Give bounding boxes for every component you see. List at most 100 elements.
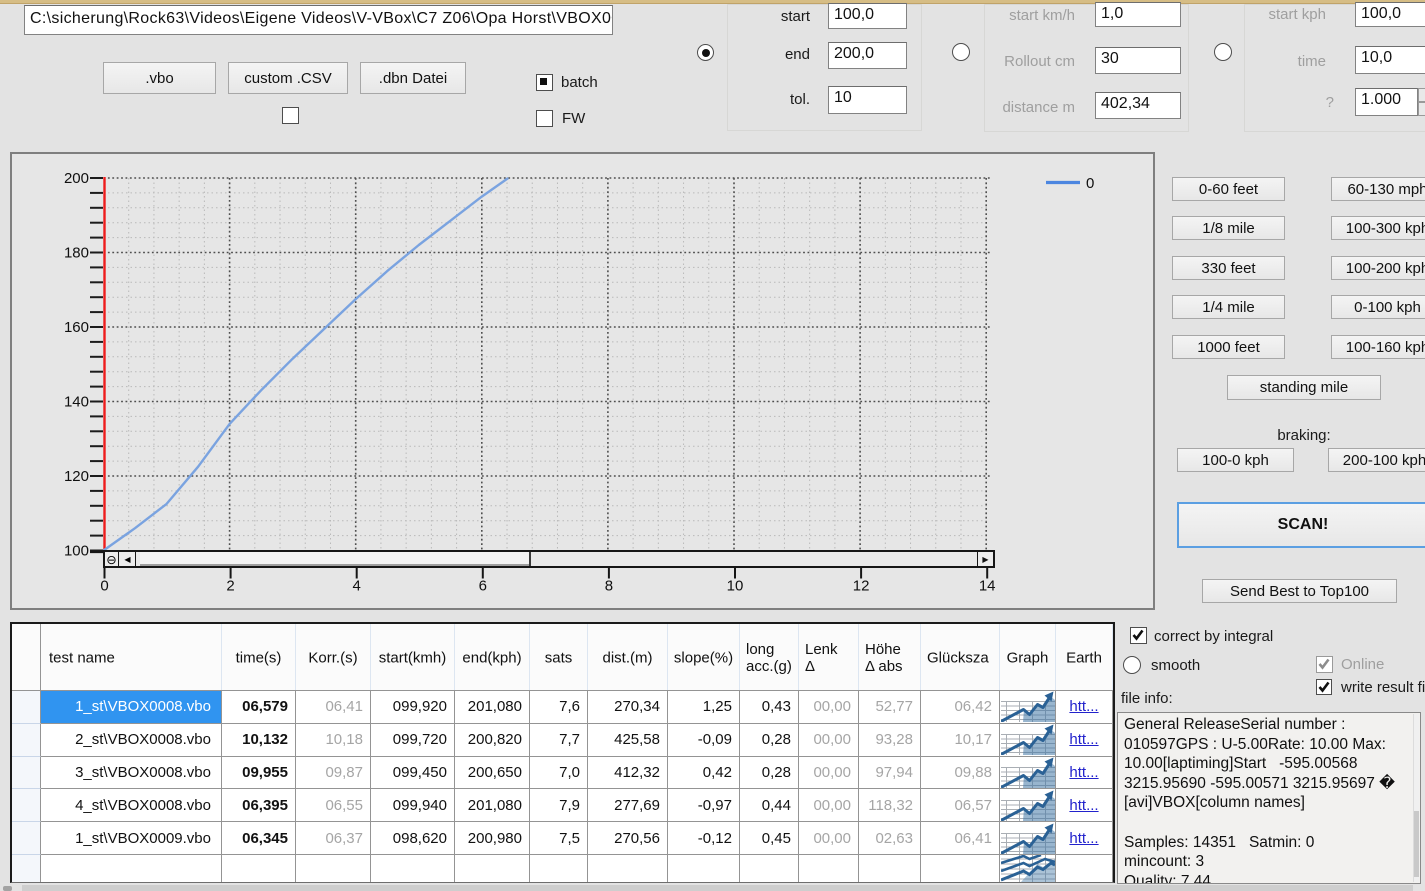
- load-custom-csv-button[interactable]: custom .CSV: [228, 62, 348, 94]
- btn-60-130-mph[interactable]: 60-130 mph: [1331, 177, 1425, 201]
- cell-start[interactable]: 098,620: [371, 822, 455, 855]
- cell-dist[interactable]: 270,34: [588, 691, 668, 724]
- cell-sats[interactable]: 7,9: [530, 789, 588, 822]
- column-header[interactable]: Earth: [1056, 624, 1113, 691]
- file-info-scrollbar[interactable]: [1413, 714, 1419, 882]
- column-header[interactable]: sats: [530, 624, 588, 691]
- cell-test_name-selected[interactable]: 1_st\VBOX0008.vbo: [41, 691, 222, 724]
- cell-hoehe[interactable]: [859, 855, 921, 883]
- scan-button[interactable]: SCAN!: [1177, 502, 1425, 548]
- btn-330-feet[interactable]: 330 feet: [1172, 256, 1285, 280]
- cell-korr[interactable]: [296, 855, 371, 883]
- cell-slope[interactable]: [668, 855, 740, 883]
- speed-tol-field[interactable]: 10: [828, 86, 907, 114]
- btn-200-100-kph[interactable]: 200-100 kph: [1328, 448, 1425, 472]
- column-header[interactable]: dist.(m): [588, 624, 668, 691]
- cell-test_name[interactable]: [41, 855, 222, 883]
- cell-earth[interactable]: htt...: [1056, 757, 1113, 790]
- graph-icon[interactable]: [1001, 823, 1055, 854]
- btn-0-60-feet[interactable]: 0-60 feet: [1172, 177, 1285, 201]
- cell-slope[interactable]: -0,09: [668, 724, 740, 757]
- speed-range-radio[interactable]: [697, 44, 714, 61]
- earth-link[interactable]: htt...: [1056, 731, 1112, 748]
- cell-end[interactable]: 200,980: [455, 822, 530, 855]
- cell-end[interactable]: 200,650: [455, 757, 530, 790]
- cell-test_name[interactable]: 3_st\VBOX0008.vbo: [41, 757, 222, 790]
- column-header[interactable]: Graph: [1000, 624, 1056, 691]
- cell-test_name[interactable]: 4_st\VBOX0008.vbo: [41, 789, 222, 822]
- column-header[interactable]: Korr.(s): [296, 624, 371, 691]
- cell-long_acc[interactable]: 0,28: [740, 757, 799, 790]
- file-info-textbox[interactable]: General ReleaseSerial number : 010597GPS…: [1117, 712, 1421, 884]
- cell-sats[interactable]: [530, 855, 588, 883]
- cell-dist[interactable]: 425,58: [588, 724, 668, 757]
- timed-factor-field[interactable]: 1.000: [1355, 88, 1418, 116]
- btn-1-8-mile[interactable]: 1/8 mile: [1172, 216, 1285, 240]
- cell-test_name[interactable]: 1_st\VBOX0009.vbo: [41, 822, 222, 855]
- spinner-up-icon[interactable]: ▲: [1418, 88, 1425, 102]
- cell-earth[interactable]: htt...: [1056, 789, 1113, 822]
- cell-dist[interactable]: 412,32: [588, 757, 668, 790]
- scrollbar-thumb[interactable]: [140, 552, 531, 566]
- load-vbo-button[interactable]: .vbo: [103, 62, 216, 94]
- cell-hoehe[interactable]: 93,28: [859, 724, 921, 757]
- earth-link[interactable]: htt...: [1056, 797, 1112, 814]
- cell-earth[interactable]: htt...: [1056, 822, 1113, 855]
- cell-gluecks[interactable]: 06,41: [921, 822, 1000, 855]
- smooth-radio[interactable]: [1123, 656, 1141, 674]
- column-header[interactable]: Glücksza: [921, 624, 1000, 691]
- cell-end[interactable]: 201,080: [455, 789, 530, 822]
- cell-graph[interactable]: [1000, 822, 1056, 855]
- cell-end[interactable]: 201,080: [455, 691, 530, 724]
- batch-checkbox[interactable]: [536, 74, 553, 91]
- cell-start[interactable]: [371, 855, 455, 883]
- graph-icon-stack[interactable]: [1001, 855, 1055, 882]
- timed-radio[interactable]: [1214, 43, 1232, 61]
- row-header-cell[interactable]: [12, 757, 41, 790]
- online-checkbox[interactable]: [1316, 656, 1333, 673]
- cell-graph[interactable]: [1000, 757, 1056, 790]
- column-header[interactable]: start(kmh): [371, 624, 455, 691]
- cell-hoehe[interactable]: 97,94: [859, 757, 921, 790]
- cell-gluecks[interactable]: 06,57: [921, 789, 1000, 822]
- cell-korr[interactable]: 06,41: [296, 691, 371, 724]
- cell-earth[interactable]: [1056, 855, 1113, 883]
- graph-icon[interactable]: [1001, 790, 1055, 821]
- cell-korr[interactable]: 09,87: [296, 757, 371, 790]
- cell-graph[interactable]: [1000, 789, 1056, 822]
- cell-lenk[interactable]: 00,00: [799, 691, 859, 724]
- cell-end[interactable]: [455, 855, 530, 883]
- row-header-cell[interactable]: [12, 789, 41, 822]
- cell-end[interactable]: 200,820: [455, 724, 530, 757]
- btn-100-200-kph[interactable]: 100-200 kph: [1331, 256, 1425, 280]
- cell-sats[interactable]: 7,7: [530, 724, 588, 757]
- btn-100-160-kph[interactable]: 100-160 kph: [1331, 335, 1425, 359]
- cell-gluecks[interactable]: 09,88: [921, 757, 1000, 790]
- btn-100-300-kph[interactable]: 100-300 kph: [1331, 216, 1425, 240]
- cell-gluecks[interactable]: [921, 855, 1000, 883]
- earth-link[interactable]: htt...: [1056, 764, 1112, 781]
- cell-long_acc[interactable]: 0,44: [740, 789, 799, 822]
- cell-lenk[interactable]: 00,00: [799, 789, 859, 822]
- row-header-cell[interactable]: [12, 724, 41, 757]
- cell-hoehe[interactable]: 02,63: [859, 822, 921, 855]
- cell-dist[interactable]: 270,56: [588, 822, 668, 855]
- cell-slope[interactable]: -0,97: [668, 789, 740, 822]
- fw-checkbox[interactable]: [536, 110, 553, 127]
- cell-lenk[interactable]: 00,00: [799, 724, 859, 757]
- cell-lenk[interactable]: [799, 855, 859, 883]
- cell-dist[interactable]: [588, 855, 668, 883]
- cell-gluecks[interactable]: 06,42: [921, 691, 1000, 724]
- file-info-scroll-thumb[interactable]: [1414, 811, 1419, 877]
- cell-long_acc[interactable]: 0,28: [740, 724, 799, 757]
- cell-start[interactable]: 099,720: [371, 724, 455, 757]
- cell-time[interactable]: 06,579: [222, 691, 296, 724]
- rollout-cm-field[interactable]: 30: [1095, 47, 1181, 74]
- btn-100-0-kph[interactable]: 100-0 kph: [1177, 448, 1294, 472]
- cell-hoehe[interactable]: 118,32: [859, 789, 921, 822]
- column-header[interactable]: Höhe Δ abs: [859, 624, 921, 691]
- column-header[interactable]: test name: [41, 624, 222, 691]
- file-path-input[interactable]: C:\sicherung\Rock63\Videos\Eigene Videos…: [24, 5, 613, 35]
- timed-factor-spinner[interactable]: ▲ ▼: [1418, 88, 1425, 116]
- row-header-cell[interactable]: [12, 822, 41, 855]
